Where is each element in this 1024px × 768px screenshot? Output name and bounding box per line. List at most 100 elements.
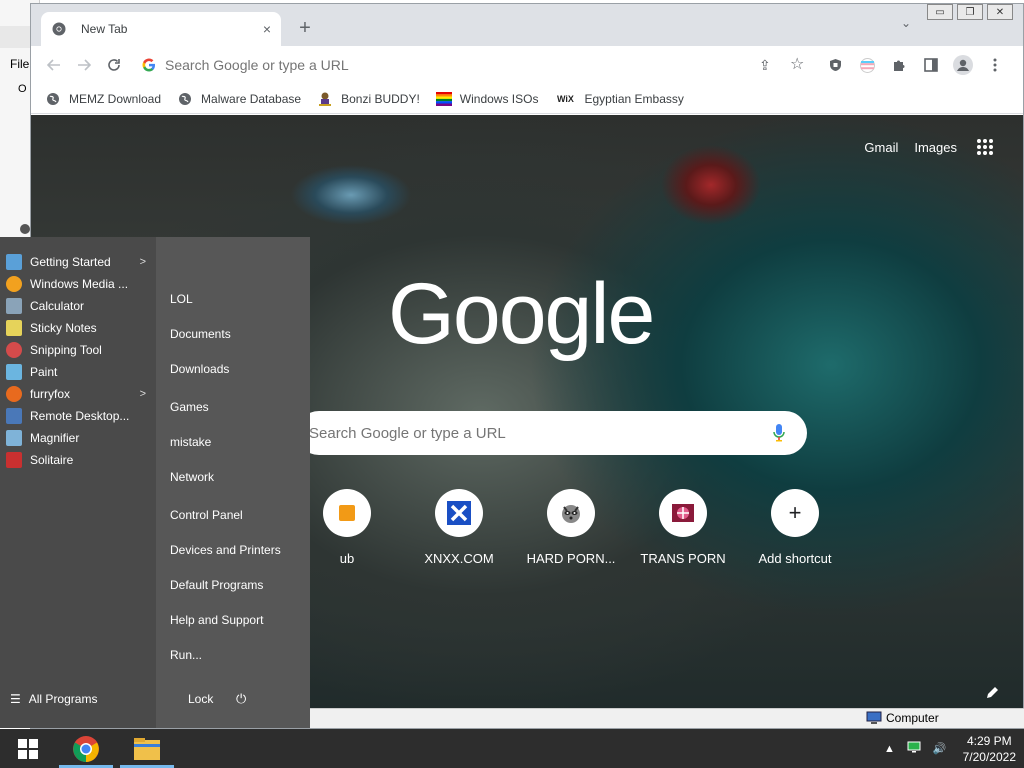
start-button[interactable] [8, 737, 48, 761]
ntp-search-input[interactable] [309, 424, 749, 442]
windows-logo-icon [18, 739, 38, 759]
background-label-o: O [18, 83, 27, 95]
new-tab-button[interactable]: + [293, 16, 317, 40]
extensions-puzzle-icon[interactable] [883, 54, 915, 76]
start-item-calculator[interactable]: Calculator [6, 295, 150, 317]
shortcut-tile-trans[interactable]: TRANS PORN [627, 489, 739, 566]
close-window-button[interactable]: ✕ [987, 4, 1013, 20]
ntp-search-box[interactable] [297, 411, 807, 455]
back-button[interactable] [39, 50, 69, 80]
windows-media-icon [6, 276, 22, 292]
voice-search-mic-icon[interactable] [773, 424, 785, 445]
chrome-icon [73, 735, 99, 762]
images-link[interactable]: Images [914, 140, 957, 155]
forward-button[interactable] [69, 50, 99, 80]
start-menu: Getting Started > Windows Media ... Calcu… [0, 237, 310, 728]
bookmark-malware-database[interactable]: Malware Database [177, 91, 301, 107]
shortcut-label: HARD PORN... [526, 551, 616, 566]
start-link-control-panel[interactable]: Control Panel [170, 508, 243, 522]
snipping-tool-icon [6, 342, 22, 358]
reload-icon [108, 59, 120, 71]
program-label: Magnifier [30, 431, 80, 445]
start-link-lol[interactable]: LOL [170, 292, 193, 306]
maximize-button[interactable]: ❐ [957, 4, 983, 20]
clock[interactable]: 4:29 PM 7/20/2022 [963, 733, 1016, 765]
google-apps-icon[interactable] [977, 139, 993, 155]
clock-time: 4:29 PM [966, 733, 1012, 748]
start-item-windows-media[interactable]: Windows Media ... [6, 273, 150, 295]
start-item-getting-started[interactable]: Getting Started > [6, 251, 150, 273]
program-label: Paint [30, 365, 58, 379]
add-shortcut-button[interactable]: + Add shortcut [739, 489, 851, 566]
shortcut-tile-xnxx[interactable]: XNXX.COM [403, 489, 515, 566]
bookmark-memz-download[interactable]: MEMZ Download [45, 91, 161, 107]
program-label: furryfox [30, 387, 71, 401]
taskbar-chrome[interactable] [57, 729, 115, 768]
background-menu-file[interactable]: File [10, 57, 29, 71]
taskbar-file-explorer[interactable] [118, 729, 176, 768]
ublock-shield-icon[interactable] [819, 54, 851, 76]
tab-search-icon[interactable]: ⌄ [901, 16, 911, 30]
tray-overflow-arrow-icon[interactable]: ▲ [884, 743, 895, 755]
computer-label: Computer [886, 711, 939, 725]
start-link-games[interactable]: Games [170, 400, 209, 414]
customize-pencil-icon[interactable] [986, 686, 999, 702]
share-icon[interactable]: ⇪ [759, 57, 771, 74]
start-item-snipping-tool[interactable]: Snipping Tool [6, 339, 150, 361]
shortcut-tiles: ub XNXX.COM HARD PORN... TRANS PORN + Ad… [291, 489, 851, 566]
google-g-icon [141, 58, 157, 72]
start-link-mistake[interactable]: mistake [170, 435, 211, 449]
profile-avatar-icon[interactable] [947, 54, 979, 76]
start-places-list: LOL Documents Downloads Games mistake Ne… [156, 237, 310, 728]
start-link-default-programs[interactable]: Default Programs [170, 578, 263, 592]
bookmark-egyptian-embassy[interactable]: WiX Egyptian Embassy [554, 91, 684, 107]
start-item-solitaire[interactable]: Solitaire [6, 449, 150, 471]
start-item-sticky-notes[interactable]: Sticky Notes [6, 317, 150, 339]
clock-date: 7/20/2022 [962, 749, 1016, 764]
program-label: Windows Media ... [30, 277, 129, 291]
start-item-magnifier[interactable]: Magnifier [6, 427, 150, 449]
trans-flag-extension-icon[interactable] [851, 54, 883, 76]
tab-new-tab[interactable]: New Tab × [41, 12, 281, 46]
reload-button[interactable] [99, 50, 129, 80]
minimize-button[interactable]: ▭ [927, 4, 953, 20]
volume-icon[interactable]: 🔊 [933, 742, 947, 755]
bookmark-bonzi-buddy[interactable]: Bonzi BUDDY! [317, 91, 420, 107]
bookmark-windows-isos[interactable]: Windows ISOs [435, 91, 538, 107]
calculator-icon [6, 298, 22, 314]
omnibox-input[interactable] [165, 57, 725, 73]
side-panel-icon[interactable] [915, 54, 947, 76]
gmail-link[interactable]: Gmail [864, 140, 898, 155]
power-icon[interactable]: ⏻ [236, 691, 246, 707]
bookmark-label: MEMZ Download [69, 91, 162, 106]
start-link-documents[interactable]: Documents [170, 327, 231, 341]
rainbow-icon [435, 91, 452, 107]
program-label: Remote Desktop... [30, 409, 130, 423]
furryfox-icon [6, 386, 22, 402]
submenu-arrow-icon: > [139, 388, 146, 400]
omnibox[interactable] [141, 51, 771, 79]
browser-toolbar: ⇪ ☆ [31, 46, 1023, 84]
title-bar: New Tab × + ⌄ ▭ ❐ ✕ [31, 4, 1023, 46]
start-link-help-support[interactable]: Help and Support [170, 613, 263, 627]
network-icon[interactable] [907, 741, 921, 756]
start-link-network[interactable]: Network [170, 470, 214, 484]
chrome-menu-icon[interactable] [979, 54, 1011, 76]
start-link-downloads[interactable]: Downloads [170, 362, 229, 376]
start-item-furryfox[interactable]: furryfox > [6, 383, 150, 405]
shortcut-tile-hard[interactable]: HARD PORN... [515, 489, 627, 566]
start-item-remote-desktop[interactable]: Remote Desktop... [6, 405, 150, 427]
forward-arrow-icon [78, 59, 91, 71]
bookmark-star-icon[interactable]: ☆ [790, 54, 804, 74]
program-label: Snipping Tool [30, 343, 102, 357]
start-link-devices-printers[interactable]: Devices and Printers [170, 543, 281, 557]
tab-close-icon[interactable]: × [263, 21, 271, 37]
magnifier-icon [6, 430, 22, 446]
start-item-paint[interactable]: Paint [6, 361, 150, 383]
start-link-run[interactable]: Run... [170, 648, 202, 662]
start-programs-list: Getting Started > Windows Media ... Calcu… [0, 237, 156, 728]
getting-started-icon [6, 254, 22, 270]
all-programs-button[interactable]: ☰ All Programs [10, 692, 97, 706]
system-tray: ▲ 🔊 4:29 PM 7/20/2022 [878, 729, 1024, 768]
lock-button[interactable]: Lock [188, 692, 213, 706]
